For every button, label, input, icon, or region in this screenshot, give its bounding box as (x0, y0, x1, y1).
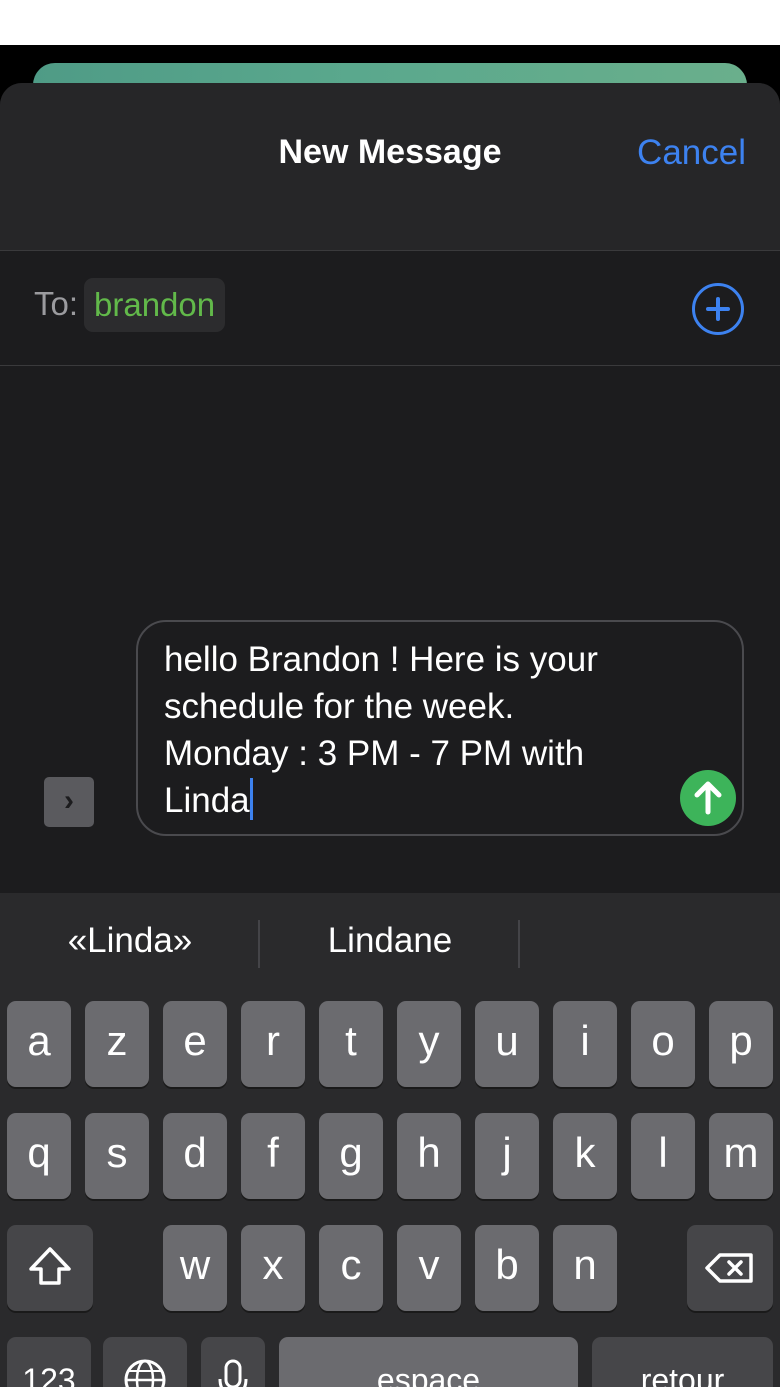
key[interactable]: b (475, 1225, 539, 1311)
shift-key[interactable] (7, 1225, 93, 1311)
key[interactable]: m (709, 1113, 773, 1199)
message-text: hello Brandon ! Here is your schedule fo… (164, 636, 664, 824)
message-input[interactable]: hello Brandon ! Here is your schedule fo… (136, 620, 744, 836)
key[interactable]: z (85, 1001, 149, 1087)
key[interactable]: p (709, 1001, 773, 1087)
space-key[interactable]: espace (279, 1337, 578, 1387)
keyboard: «Linda» Lindane a z e r t y u i o p q s … (0, 893, 780, 1387)
key[interactable]: n (553, 1225, 617, 1311)
microphone-icon (218, 1359, 248, 1387)
key[interactable]: y (397, 1001, 461, 1087)
key[interactable]: k (553, 1113, 617, 1199)
message-line: Monday : 3 PM - 7 PM with (164, 734, 585, 773)
key[interactable]: c (319, 1225, 383, 1311)
globe-icon (124, 1359, 166, 1387)
return-key[interactable]: retour (592, 1337, 773, 1387)
divider (518, 920, 520, 968)
shift-arrow-icon (29, 1247, 71, 1285)
key[interactable]: f (241, 1113, 305, 1199)
key[interactable]: e (163, 1001, 227, 1087)
message-line: schedule for the week. (164, 687, 515, 726)
message-line: Linda (164, 781, 250, 820)
key[interactable]: g (319, 1113, 383, 1199)
key[interactable]: w (163, 1225, 227, 1311)
globe-key[interactable] (103, 1337, 187, 1387)
key[interactable]: a (7, 1001, 71, 1087)
chevron-right-icon[interactable]: › (44, 777, 94, 827)
dictation-key[interactable] (201, 1337, 265, 1387)
delete-key[interactable] (687, 1225, 773, 1311)
new-message-sheet: New Message Cancel To: brandon › hello B… (0, 83, 780, 1387)
plus-circle-icon[interactable] (692, 283, 744, 335)
suggestion-item[interactable]: Lindane (260, 921, 520, 961)
key[interactable]: o (631, 1001, 695, 1087)
key[interactable]: r (241, 1001, 305, 1087)
backspace-icon (705, 1253, 753, 1283)
arrow-up-icon (694, 781, 722, 815)
key[interactable]: s (85, 1113, 149, 1199)
nav-bar: New Message Cancel (0, 83, 780, 251)
key[interactable]: t (319, 1001, 383, 1087)
screen: New Message Cancel To: brandon › hello B… (0, 45, 780, 1387)
key[interactable]: i (553, 1001, 617, 1087)
key[interactable]: x (241, 1225, 305, 1311)
to-label: To: (34, 285, 79, 322)
suggestion-bar: «Linda» Lindane (0, 893, 780, 998)
key[interactable]: v (397, 1225, 461, 1311)
key[interactable]: h (397, 1113, 461, 1199)
key[interactable]: j (475, 1113, 539, 1199)
cancel-button[interactable]: Cancel (637, 133, 746, 173)
to-field-row[interactable]: To: brandon (0, 251, 780, 366)
message-line: hello Brandon ! Here is your (164, 640, 598, 679)
key[interactable]: u (475, 1001, 539, 1087)
suggestion-item[interactable]: «Linda» (0, 921, 260, 961)
recipient-chip[interactable]: brandon (84, 278, 226, 332)
key[interactable]: l (631, 1113, 695, 1199)
key[interactable]: d (163, 1113, 227, 1199)
text-cursor (249, 778, 253, 820)
key[interactable]: q (7, 1113, 71, 1199)
send-button[interactable] (680, 770, 736, 826)
numbers-key[interactable]: 123 (7, 1337, 91, 1387)
